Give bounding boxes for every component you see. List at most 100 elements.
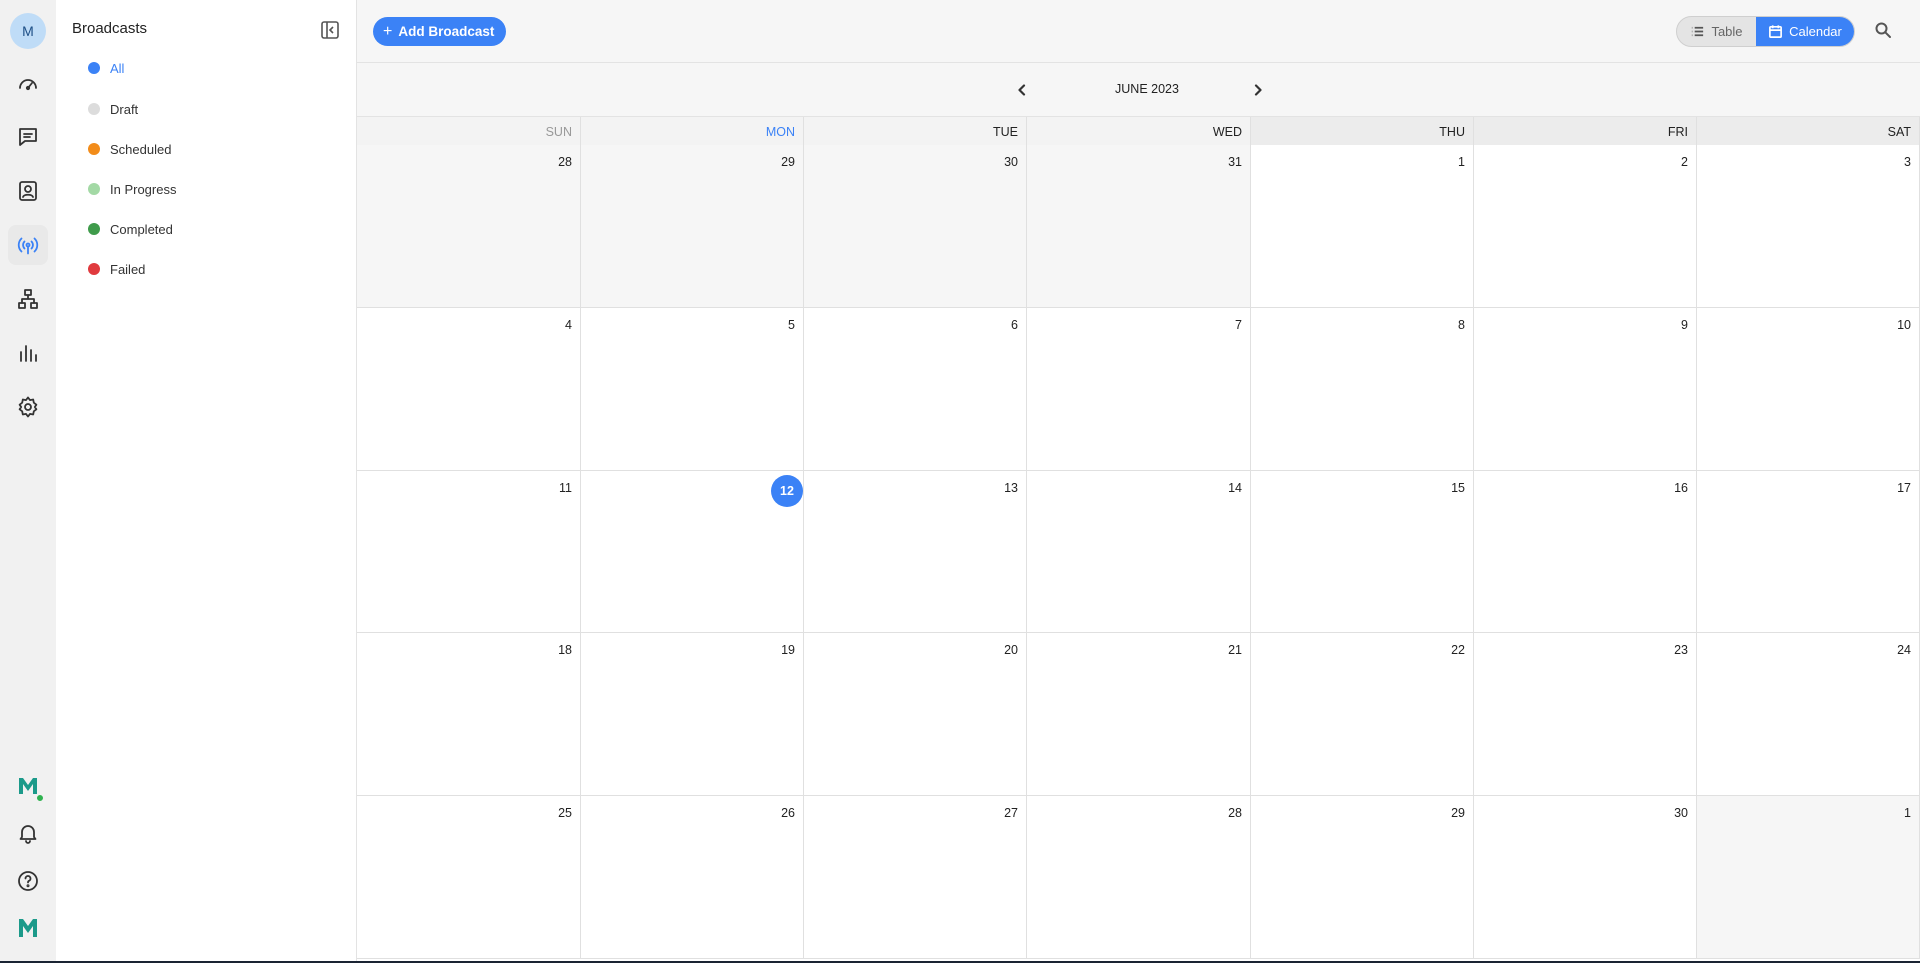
calendar-day-cell[interactable]: 25 — [357, 796, 581, 959]
calendar-day-cell[interactable]: 5 — [581, 308, 804, 471]
day-number: 19 — [781, 643, 795, 657]
day-number: 1 — [1904, 806, 1911, 820]
chevron-left-icon[interactable] — [1011, 79, 1033, 101]
status-dot — [88, 263, 100, 275]
status-filter-in-progress[interactable]: In Progress — [88, 177, 176, 201]
weekday-header-sat: SAT — [1697, 117, 1920, 145]
calendar-day-cell[interactable]: 3 — [1697, 145, 1920, 308]
flow-icon[interactable] — [8, 279, 48, 319]
table-view-label: Table — [1711, 24, 1743, 39]
calendar-day-cell[interactable]: 4 — [357, 308, 581, 471]
weekday-header-tue: TUE — [804, 117, 1027, 145]
calendar-day-cell[interactable]: 14 — [1027, 471, 1251, 633]
calendar-day-cell[interactable]: 7 — [1027, 308, 1251, 471]
calendar-day-cell[interactable]: 26 — [581, 796, 804, 959]
calendar-day-cell[interactable]: 27 — [804, 796, 1027, 959]
day-number: 30 — [1004, 155, 1018, 169]
add-broadcast-button[interactable]: + Add Broadcast — [373, 17, 507, 46]
day-number: 27 — [1004, 806, 1018, 820]
calendar-day-cell[interactable]: 10 — [1697, 308, 1920, 471]
day-number: 21 — [1228, 643, 1242, 657]
nav-rail: M — [0, 0, 56, 963]
calendar-day-cell[interactable]: 23 — [1474, 633, 1697, 796]
day-number: 1 — [1458, 155, 1465, 169]
status-filter-draft[interactable]: Draft — [88, 97, 138, 121]
calendar-day-cell[interactable]: 8 — [1251, 308, 1474, 471]
status-label: All — [110, 60, 125, 76]
status-label: Failed — [110, 261, 146, 277]
day-number: 14 — [1228, 481, 1242, 495]
brand-logo-icon[interactable] — [8, 908, 48, 948]
calendar-day-cell[interactable]: 30 — [804, 145, 1027, 308]
calendar-day-cell[interactable]: 2 — [1474, 145, 1697, 308]
calendar-day-cell[interactable]: 13 — [804, 471, 1027, 633]
calendar-day-cell[interactable]: 1 — [1697, 796, 1920, 959]
contact-icon[interactable] — [8, 171, 48, 211]
broadcast-filter-panel: Broadcasts All Draft Scheduled In Progre… — [56, 0, 357, 963]
speedometer-icon[interactable] — [8, 64, 48, 104]
status-label: Draft — [110, 101, 139, 117]
calendar-icon — [1769, 25, 1783, 38]
calendar-day-cell[interactable]: 29 — [581, 145, 804, 308]
calendar-day-cell[interactable]: 31 — [1027, 145, 1251, 308]
search-icon[interactable] — [1874, 21, 1896, 43]
view-toggle: Table Calendar — [1676, 16, 1855, 47]
brand-logo-icon[interactable] — [8, 766, 48, 806]
day-number: 10 — [1897, 318, 1911, 332]
status-filter-completed[interactable]: Completed — [88, 217, 173, 241]
broadcast-icon[interactable] — [8, 225, 48, 265]
help-icon[interactable] — [8, 861, 48, 901]
status-label: Completed — [110, 221, 173, 237]
calendar-day-cell[interactable]: 24 — [1697, 633, 1920, 796]
table-view-button[interactable]: Table — [1677, 17, 1756, 46]
day-number: 28 — [1228, 806, 1242, 820]
calendar-day-cell[interactable]: 30 — [1474, 796, 1697, 959]
collapse-panel-icon[interactable] — [320, 20, 340, 40]
weekday-header-mon: MON — [581, 117, 804, 145]
status-dot — [88, 62, 100, 74]
day-number: 18 — [558, 643, 572, 657]
day-number: 25 — [558, 806, 572, 820]
calendar-day-cell[interactable]: 6 — [804, 308, 1027, 471]
chevron-right-icon[interactable] — [1247, 79, 1269, 101]
month-label: JUNE 2023 — [1115, 82, 1179, 96]
weekday-header-sun: SUN — [357, 117, 581, 145]
calendar-day-cell[interactable]: 18 — [357, 633, 581, 796]
calendar-day-cell[interactable]: 1 — [1251, 145, 1474, 308]
day-number: 6 — [1011, 318, 1018, 332]
bell-icon[interactable] — [8, 813, 48, 853]
calendar-day-cell[interactable]: 17 — [1697, 471, 1920, 633]
status-filter-failed[interactable]: Failed — [88, 257, 145, 281]
calendar-day-cell[interactable]: 28 — [1027, 796, 1251, 959]
day-number: 29 — [781, 155, 795, 169]
day-number: 31 — [1228, 155, 1242, 169]
calendar-day-cell[interactable]: 9 — [1474, 308, 1697, 471]
calendar-day-cell[interactable]: 15 — [1251, 471, 1474, 633]
status-filter-scheduled[interactable]: Scheduled — [88, 137, 171, 161]
analytics-icon[interactable] — [8, 333, 48, 373]
calendar-grid: SUN MON TUE WED THU FRI SAT 28 29 30 31 1 2 3 4 5 6 7 8 9 10… — [357, 117, 1920, 959]
month-navigation: JUNE 2023 — [357, 63, 1920, 117]
calendar-day-cell[interactable]: 21 — [1027, 633, 1251, 796]
day-number: 30 — [1674, 806, 1688, 820]
avatar[interactable]: M — [10, 13, 46, 49]
calendar-day-cell[interactable]: 20 — [804, 633, 1027, 796]
calendar-day-today[interactable]: 12 — [581, 471, 804, 633]
calendar-day-cell[interactable]: 29 — [1251, 796, 1474, 959]
status-dot — [88, 143, 100, 155]
day-number: 12 — [771, 475, 803, 507]
calendar-day-cell[interactable]: 11 — [357, 471, 581, 633]
calendar-day-cell[interactable]: 22 — [1251, 633, 1474, 796]
settings-icon[interactable] — [8, 387, 48, 427]
calendar-view-button[interactable]: Calendar — [1756, 17, 1854, 46]
calendar-view-label: Calendar — [1789, 24, 1842, 39]
weekday-header-thu: THU — [1251, 117, 1474, 145]
status-dot — [88, 223, 100, 235]
list-icon — [1692, 26, 1704, 37]
chat-icon[interactable] — [8, 117, 48, 157]
calendar-day-cell[interactable]: 19 — [581, 633, 804, 796]
day-number: 23 — [1674, 643, 1688, 657]
status-filter-all[interactable]: All — [88, 56, 124, 80]
calendar-day-cell[interactable]: 28 — [357, 145, 581, 308]
calendar-day-cell[interactable]: 16 — [1474, 471, 1697, 633]
